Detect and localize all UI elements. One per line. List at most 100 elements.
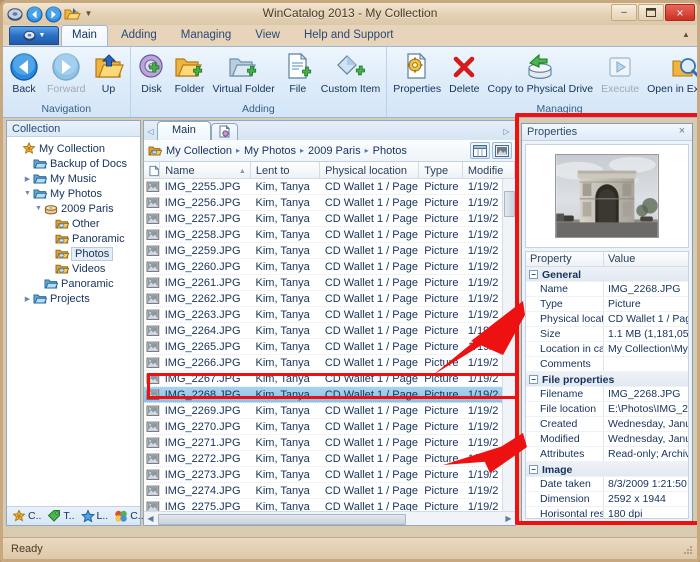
scroll-left-arrow-icon[interactable]: ◀ <box>144 514 157 523</box>
properties-column-property[interactable]: Property <box>526 252 604 266</box>
property-value[interactable]: IMG_2268.JPG <box>604 282 688 296</box>
column-header-modified[interactable]: Modifie <box>463 162 515 178</box>
table-row[interactable]: IMG_2268.JPG Kim, Tanya CD Wallet 1 / Page… <box>144 387 515 403</box>
expand-chevron-icon[interactable]: ▶ <box>22 293 33 304</box>
property-row[interactable]: Horisontal res...180 dpi <box>526 507 688 518</box>
table-row[interactable]: IMG_2274.JPG Kim, Tanya CD Wallet 1 / Page… <box>144 483 515 499</box>
collapse-chevron-icon[interactable]: ▼ <box>22 188 33 199</box>
tree-item-my-collection[interactable]: My Collection <box>7 141 140 156</box>
tree-item-panoramic[interactable]: Panoramic <box>7 276 140 291</box>
breadcrumb-item-3[interactable]: Photos <box>373 145 407 157</box>
property-category-row[interactable]: − General <box>526 267 688 282</box>
sidebar-tab-2[interactable]: L.. <box>78 509 112 523</box>
breadcrumb-item-2[interactable]: 2009 Paris <box>308 145 361 157</box>
list-horizontal-scrollbar[interactable]: ◀ ▶ <box>144 511 515 525</box>
collection-tree[interactable]: My Collection Backup of Docs ▶ My Music ▼ My … <box>7 137 140 506</box>
properties-panel-close-button[interactable]: × <box>676 125 688 138</box>
column-header-icon[interactable] <box>144 162 161 178</box>
tree-item-photos[interactable]: Photos <box>7 246 140 261</box>
properties-grid[interactable]: Property Value − General Name IMG_2268.JPG T… <box>525 251 689 519</box>
tab-scroll-left-button[interactable]: ◁ <box>144 127 157 140</box>
add-file-button[interactable]: File <box>279 50 317 95</box>
back-button[interactable]: Back <box>5 50 43 95</box>
breadcrumb-bar[interactable]: My Collection ▸ My Photos ▸ 2009 Paris ▸… <box>143 140 516 162</box>
category-collapse-icon[interactable]: − <box>529 270 538 279</box>
item-preview[interactable] <box>525 144 689 248</box>
minimize-button[interactable]: – <box>611 4 637 21</box>
up-button[interactable]: Up <box>90 50 128 95</box>
tree-item-panoramic[interactable]: Panoramic <box>7 231 140 246</box>
table-row[interactable]: IMG_2261.JPG Kim, Tanya CD Wallet 1 / Page… <box>144 275 515 291</box>
table-row[interactable]: IMG_2269.JPG Kim, Tanya CD Wallet 1 / Page… <box>144 403 515 419</box>
add-virtual-folder-button[interactable]: Virtual Folder <box>209 50 279 95</box>
copy-to-physical-drive-button[interactable]: Copy to Physical Drive <box>484 50 598 95</box>
property-value[interactable]: 180 dpi <box>604 507 688 518</box>
property-row[interactable]: Size1.1 MB (1,181,057 ... <box>526 327 688 342</box>
property-row[interactable]: File locationE:\Photos\IMG_22... <box>526 402 688 417</box>
close-button[interactable]: × <box>665 4 695 21</box>
forward-button[interactable]: Forward <box>43 50 90 95</box>
delete-button[interactable]: Delete <box>445 50 483 95</box>
column-header-name[interactable]: Name ▲ <box>160 162 251 178</box>
property-row[interactable]: Comments <box>526 357 688 372</box>
maximize-button[interactable] <box>638 4 664 21</box>
property-value[interactable]: My Collection\My P... <box>604 342 688 356</box>
column-header-type[interactable]: Type <box>419 162 463 178</box>
ribbon-tab-help-and-support[interactable]: Help and Support <box>293 25 405 46</box>
property-value[interactable]: Picture <box>604 297 688 311</box>
property-value[interactable]: CD Wallet 1 / Page 7 <box>604 312 688 326</box>
property-value[interactable]: 8/3/2009 1:21:50 ... <box>604 477 688 491</box>
table-row[interactable]: IMG_2271.JPG Kim, Tanya CD Wallet 1 / Page… <box>144 435 515 451</box>
ribbon-tab-view[interactable]: View <box>244 25 291 46</box>
column-header-physical-location[interactable]: Physical location <box>320 162 420 178</box>
table-row[interactable]: IMG_2264.JPG Kim, Tanya CD Wallet 1 / Page… <box>144 323 515 339</box>
tree-item-backup-of-docs[interactable]: Backup of Docs <box>7 156 140 171</box>
properties-button[interactable]: Properties <box>389 50 445 95</box>
breadcrumb-separator-icon[interactable]: ▸ <box>234 146 242 155</box>
table-row[interactable]: IMG_2257.JPG Kim, Tanya CD Wallet 1 / Page… <box>144 211 515 227</box>
property-row[interactable]: Physical locati...CD Wallet 1 / Page 7 <box>526 312 688 327</box>
property-value[interactable]: Read-only; Archive <box>604 447 688 461</box>
category-collapse-icon[interactable]: − <box>529 465 538 474</box>
sidebar-tab-0[interactable]: C.. <box>9 509 44 523</box>
table-row[interactable]: IMG_2262.JPG Kim, Tanya CD Wallet 1 / Page… <box>144 291 515 307</box>
property-value[interactable]: 1.1 MB (1,181,057 ... <box>604 327 688 341</box>
tree-item-videos[interactable]: Videos <box>7 261 140 276</box>
scroll-right-arrow-icon[interactable]: ▶ <box>502 514 515 523</box>
property-row[interactable]: Attributes Read-only; Archive <box>526 447 688 462</box>
property-value[interactable]: E:\Photos\IMG_22... <box>604 402 688 416</box>
property-value[interactable]: 2592 x 1944 <box>604 492 688 506</box>
ribbon-tab-adding[interactable]: Adding <box>110 25 168 46</box>
tree-item-other[interactable]: Other <box>7 216 140 231</box>
tree-item-my-photos[interactable]: ▼ My Photos <box>7 186 140 201</box>
table-row[interactable]: IMG_2258.JPG Kim, Tanya CD Wallet 1 / Page… <box>144 227 515 243</box>
application-menu-button[interactable]: ▼ <box>9 26 59 45</box>
table-row[interactable]: IMG_2260.JPG Kim, Tanya CD Wallet 1 / Page… <box>144 259 515 275</box>
horizontal-scroll-track[interactable] <box>157 513 502 525</box>
category-collapse-icon[interactable]: − <box>529 375 538 384</box>
property-row[interactable]: Name IMG_2268.JPG <box>526 282 688 297</box>
sidebar-tab-1[interactable]: T.. <box>44 509 77 523</box>
properties-column-value[interactable]: Value <box>604 252 688 266</box>
open-in-explorer-button[interactable]: Open in Explorer <box>643 50 697 95</box>
table-row[interactable]: IMG_2267.JPG Kim, Tanya CD Wallet 1 / Page… <box>144 371 515 387</box>
table-row[interactable]: IMG_2256.JPG Kim, Tanya CD Wallet 1 / Page… <box>144 195 515 211</box>
add-folder-button[interactable]: Folder <box>171 50 209 95</box>
ribbon-tab-managing[interactable]: Managing <box>170 25 243 46</box>
tree-item-2009-paris[interactable]: ▼ 2009 Paris <box>7 201 140 216</box>
expand-chevron-icon[interactable]: ▶ <box>22 173 33 184</box>
tree-item-projects[interactable]: ▶ Projects <box>7 291 140 306</box>
tree-item-my-music[interactable]: ▶ My Music <box>7 171 140 186</box>
property-category-row[interactable]: − Image <box>526 462 688 477</box>
table-row[interactable]: IMG_2266.JPG Kim, Tanya CD Wallet 1 / Page… <box>144 355 515 371</box>
table-row[interactable]: IMG_2265.JPG Kim, Tanya CD Wallet 1 / Page… <box>144 339 515 355</box>
table-row[interactable]: IMG_2255.JPG Kim, Tanya CD Wallet 1 / Page… <box>144 179 515 195</box>
property-row[interactable]: CreatedWednesday, Janua... <box>526 417 688 432</box>
property-value[interactable]: IMG_2268.JPG <box>604 387 688 401</box>
property-row[interactable]: Filename IMG_2268.JPG <box>526 387 688 402</box>
property-category-row[interactable]: − File properties <box>526 372 688 387</box>
property-row[interactable]: Dimension 2592 x 1944 <box>526 492 688 507</box>
collapse-chevron-icon[interactable]: ▼ <box>33 203 44 214</box>
details-view-button[interactable] <box>470 142 490 159</box>
breadcrumb-item-1[interactable]: My Photos <box>244 145 296 157</box>
